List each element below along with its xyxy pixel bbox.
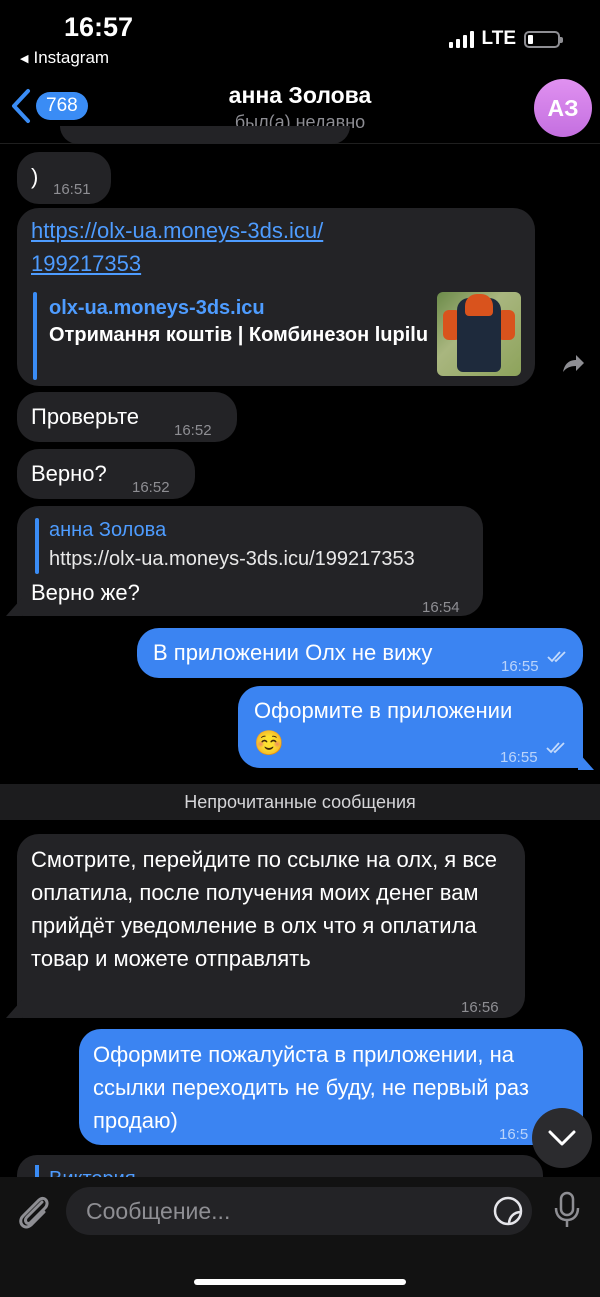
preview-title: Отримання коштів | Комбинезон lupilu — [49, 324, 429, 346]
message-text: Верно? — [31, 461, 107, 486]
signal-bars-icon — [448, 30, 474, 48]
network-type: LTE — [481, 28, 516, 49]
bubble-tail — [6, 1000, 22, 1018]
message-time: 16:55 — [501, 658, 539, 675]
microphone-icon[interactable] — [552, 1190, 582, 1230]
read-checkmarks-icon — [546, 742, 565, 754]
link-message-bubble[interactable]: https://olx-ua.moneys-3ds.icu/ 199217353… — [17, 208, 535, 386]
status-time: 16:57 — [64, 12, 134, 42]
preview-thumbnail-image — [437, 292, 521, 376]
message-input[interactable] — [66, 1187, 532, 1235]
message-bubble-partial: Виктория — [17, 1155, 543, 1179]
home-indicator — [194, 1279, 406, 1285]
scroll-down-chevron-icon — [548, 1130, 576, 1146]
outgoing-message-bubble[interactable]: Оформите пожалуйста в приложении, на ссы… — [79, 1029, 583, 1145]
message-text: Оформите в приложении — [254, 698, 513, 723]
message-time: 16:5 — [499, 1126, 529, 1143]
contact-name[interactable]: анна Золова — [0, 82, 600, 109]
message-bubble-partial — [60, 126, 350, 144]
back-to-app-link[interactable]: ◀ Instagram — [20, 48, 109, 68]
outgoing-message-bubble[interactable]: Оформите в приложении ☺️ 16:55 — [238, 686, 583, 768]
message-time: 16:54 — [422, 599, 460, 616]
message-emoji: ☺️ — [254, 730, 284, 757]
message-bubble[interactable]: ) 16:51 — [17, 152, 111, 204]
sticker-icon[interactable] — [492, 1195, 524, 1227]
outgoing-message-bubble[interactable]: В приложении Олх не вижу 16:55 — [137, 628, 583, 678]
scroll-to-bottom-button[interactable] — [532, 1108, 592, 1168]
message-link-cont[interactable]: 199217353 — [31, 247, 323, 280]
share-icon[interactable] — [560, 350, 586, 376]
back-triangle-icon: ◀ — [20, 52, 29, 65]
bubble-tail — [6, 598, 22, 616]
back-app-label: Instagram — [33, 48, 110, 67]
message-time: 16:52 — [174, 422, 212, 439]
message-text: Смотрите, перейдите по ссылке на олх, я … — [31, 847, 498, 971]
message-time: 16:52 — [132, 479, 170, 496]
message-link[interactable]: https://olx-ua.moneys-3ds.icu/ — [31, 214, 323, 247]
message-bubble[interactable]: Проверьте 16:52 — [17, 392, 237, 442]
preview-accent-bar — [33, 292, 37, 380]
unread-messages-divider: Непрочитанные сообщения — [0, 784, 600, 820]
message-bubble[interactable]: Верно? 16:52 — [17, 449, 195, 499]
message-time: 16:55 — [500, 749, 538, 766]
message-text: Верно же? — [31, 580, 140, 605]
message-text: Проверьте — [31, 404, 140, 429]
battery-icon — [524, 30, 563, 48]
reply-message-bubble[interactable]: анна Золова https://olx-ua.moneys-3ds.ic… — [17, 506, 483, 616]
message-time: 16:51 — [53, 181, 91, 198]
contact-avatar[interactable]: АЗ — [534, 79, 592, 137]
read-checkmarks-icon — [547, 651, 566, 663]
message-time: 16:56 — [461, 999, 499, 1016]
reply-quote: https://olx-ua.moneys-3ds.icu/199217353 — [49, 548, 415, 570]
attach-paperclip-icon[interactable] — [14, 1190, 52, 1232]
message-text: ) — [31, 164, 39, 189]
reply-accent-bar — [35, 518, 39, 574]
message-text: В приложении Олх не вижу — [153, 640, 433, 665]
link-preview[interactable]: olx-ua.moneys-3ds.icu Отримання коштів |… — [31, 292, 521, 382]
status-indicators: LTE — [448, 28, 563, 50]
message-bubble[interactable]: Смотрите, перейдите по ссылке на олх, я … — [17, 834, 525, 1018]
